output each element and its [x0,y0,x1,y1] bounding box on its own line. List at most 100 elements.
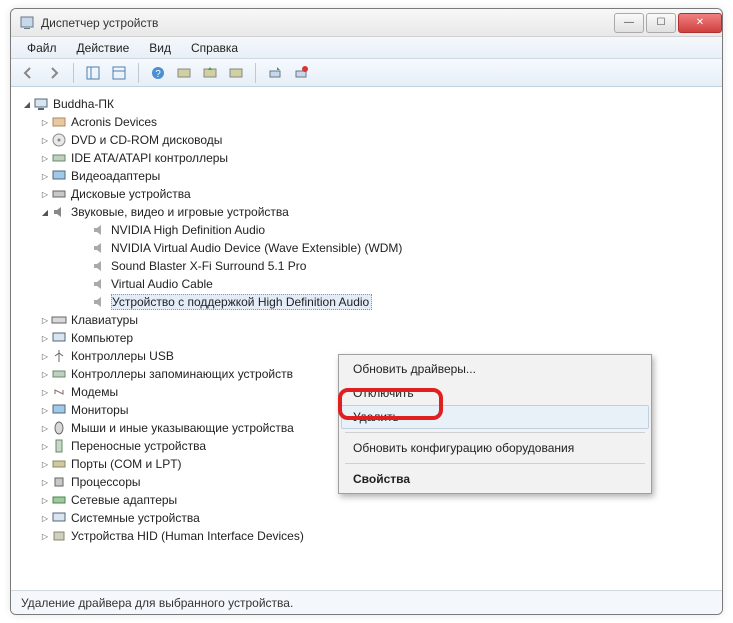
port-icon [51,456,67,472]
monitor-icon [51,402,67,418]
tree-item[interactable]: Клавиатуры [17,311,716,329]
modem-icon [51,384,67,400]
enable-button[interactable] [264,62,286,84]
menu-help[interactable]: Справка [181,39,248,57]
statusbar: Удаление драйвера для выбранного устройс… [11,590,722,614]
system-icon [51,510,67,526]
ctx-delete[interactable]: Удалить [341,405,649,429]
tree-item[interactable]: Virtual Audio Cable [17,275,716,293]
window-controls: — ☐ ✕ [612,13,722,33]
speaker-icon [91,240,107,256]
expand-icon[interactable] [39,188,51,200]
scan-hardware-button[interactable] [173,62,195,84]
titlebar[interactable]: Диспетчер устройств — ☐ ✕ [11,9,722,37]
expand-icon[interactable] [39,476,51,488]
separator [345,463,645,464]
expand-icon[interactable] [39,422,51,434]
disk-icon [51,186,67,202]
expand-icon[interactable] [39,494,51,506]
tree-item[interactable]: Компьютер [17,329,716,347]
properties-button[interactable] [108,62,130,84]
expand-icon[interactable] [39,206,51,218]
maximize-button[interactable]: ☐ [646,13,676,33]
speaker-icon [91,222,107,238]
update-driver-button[interactable] [199,62,221,84]
menu-file[interactable]: Файл [17,39,67,57]
tree-item[interactable]: DVD и CD-ROM дисководы [17,131,716,149]
forward-button[interactable] [43,62,65,84]
device-icon [51,114,67,130]
expand-icon[interactable] [39,152,51,164]
tree-item-sound[interactable]: Звуковые, видео и игровые устройства [17,203,716,221]
mouse-icon [51,420,67,436]
expand-icon[interactable] [39,350,51,362]
tree-item[interactable]: NVIDIA Virtual Audio Device (Wave Extens… [17,239,716,257]
menu-action[interactable]: Действие [67,39,140,57]
tree-item[interactable]: IDE ATA/ATAPI контроллеры [17,149,716,167]
status-text: Удаление драйвера для выбранного устройс… [21,596,293,610]
speaker-icon [91,276,107,292]
device-manager-window: Диспетчер устройств — ☐ ✕ Файл Действие … [10,8,723,615]
tree-item[interactable]: NVIDIA High Definition Audio [17,221,716,239]
expand-icon[interactable] [39,458,51,470]
ctx-update-drivers[interactable]: Обновить драйверы... [341,357,649,381]
usb-icon [51,348,67,364]
tree-item[interactable]: Системные устройства [17,509,716,527]
device-tree[interactable]: Buddha-ПК Acronis Devices DVD и CD-ROM д… [11,87,722,589]
display-icon [51,168,67,184]
speaker-icon [51,204,67,220]
tree-item[interactable]: Видеоадаптеры [17,167,716,185]
ctx-refresh-config[interactable]: Обновить конфигурацию оборудования [341,436,649,460]
expand-icon[interactable] [39,332,51,344]
expand-icon[interactable] [39,314,51,326]
menubar: Файл Действие Вид Справка [11,37,722,59]
tree-item-selected[interactable]: Устройство с поддержкой High Definition … [17,293,716,311]
separator [345,432,645,433]
expand-icon[interactable] [39,170,51,182]
expand-icon[interactable] [39,386,51,398]
expand-icon[interactable] [39,134,51,146]
keyboard-icon [51,312,67,328]
window-title: Диспетчер устройств [41,16,612,30]
disable-button[interactable] [290,62,312,84]
separator [73,63,74,83]
tree-item[interactable]: Дисковые устройства [17,185,716,203]
tree-root[interactable]: Buddha-ПК [17,95,716,113]
minimize-button[interactable]: — [614,13,644,33]
back-button[interactable] [17,62,39,84]
expand-icon[interactable] [39,512,51,524]
expand-icon[interactable] [39,440,51,452]
ctx-disable[interactable]: Отключить [341,381,649,405]
context-menu: Обновить драйверы... Отключить Удалить О… [338,354,652,494]
network-icon [51,492,67,508]
computer-icon [33,96,49,112]
close-button[interactable]: ✕ [678,13,722,33]
expand-icon[interactable] [21,98,33,110]
expand-icon[interactable] [39,530,51,542]
portable-icon [51,438,67,454]
ctx-properties[interactable]: Свойства [341,467,649,491]
dvd-icon [51,132,67,148]
show-hide-tree-button[interactable] [82,62,104,84]
speaker-icon [91,258,107,274]
tree-item[interactable]: Устройства HID (Human Interface Devices) [17,527,716,545]
toolbar: ? [11,59,722,87]
computer-icon [51,330,67,346]
separator [138,63,139,83]
menu-view[interactable]: Вид [139,39,181,57]
hid-icon [51,528,67,544]
svg-text:?: ? [155,69,161,80]
help-button[interactable]: ? [147,62,169,84]
tree-item[interactable]: Sound Blaster X-Fi Surround 5.1 Pro [17,257,716,275]
separator [255,63,256,83]
uninstall-button[interactable] [225,62,247,84]
app-icon [19,15,35,31]
expand-icon[interactable] [39,116,51,128]
expand-icon[interactable] [39,404,51,416]
speaker-icon [91,294,107,310]
tree-item[interactable]: Acronis Devices [17,113,716,131]
storage-icon [51,366,67,382]
ide-icon [51,150,67,166]
expand-icon[interactable] [39,368,51,380]
cpu-icon [51,474,67,490]
